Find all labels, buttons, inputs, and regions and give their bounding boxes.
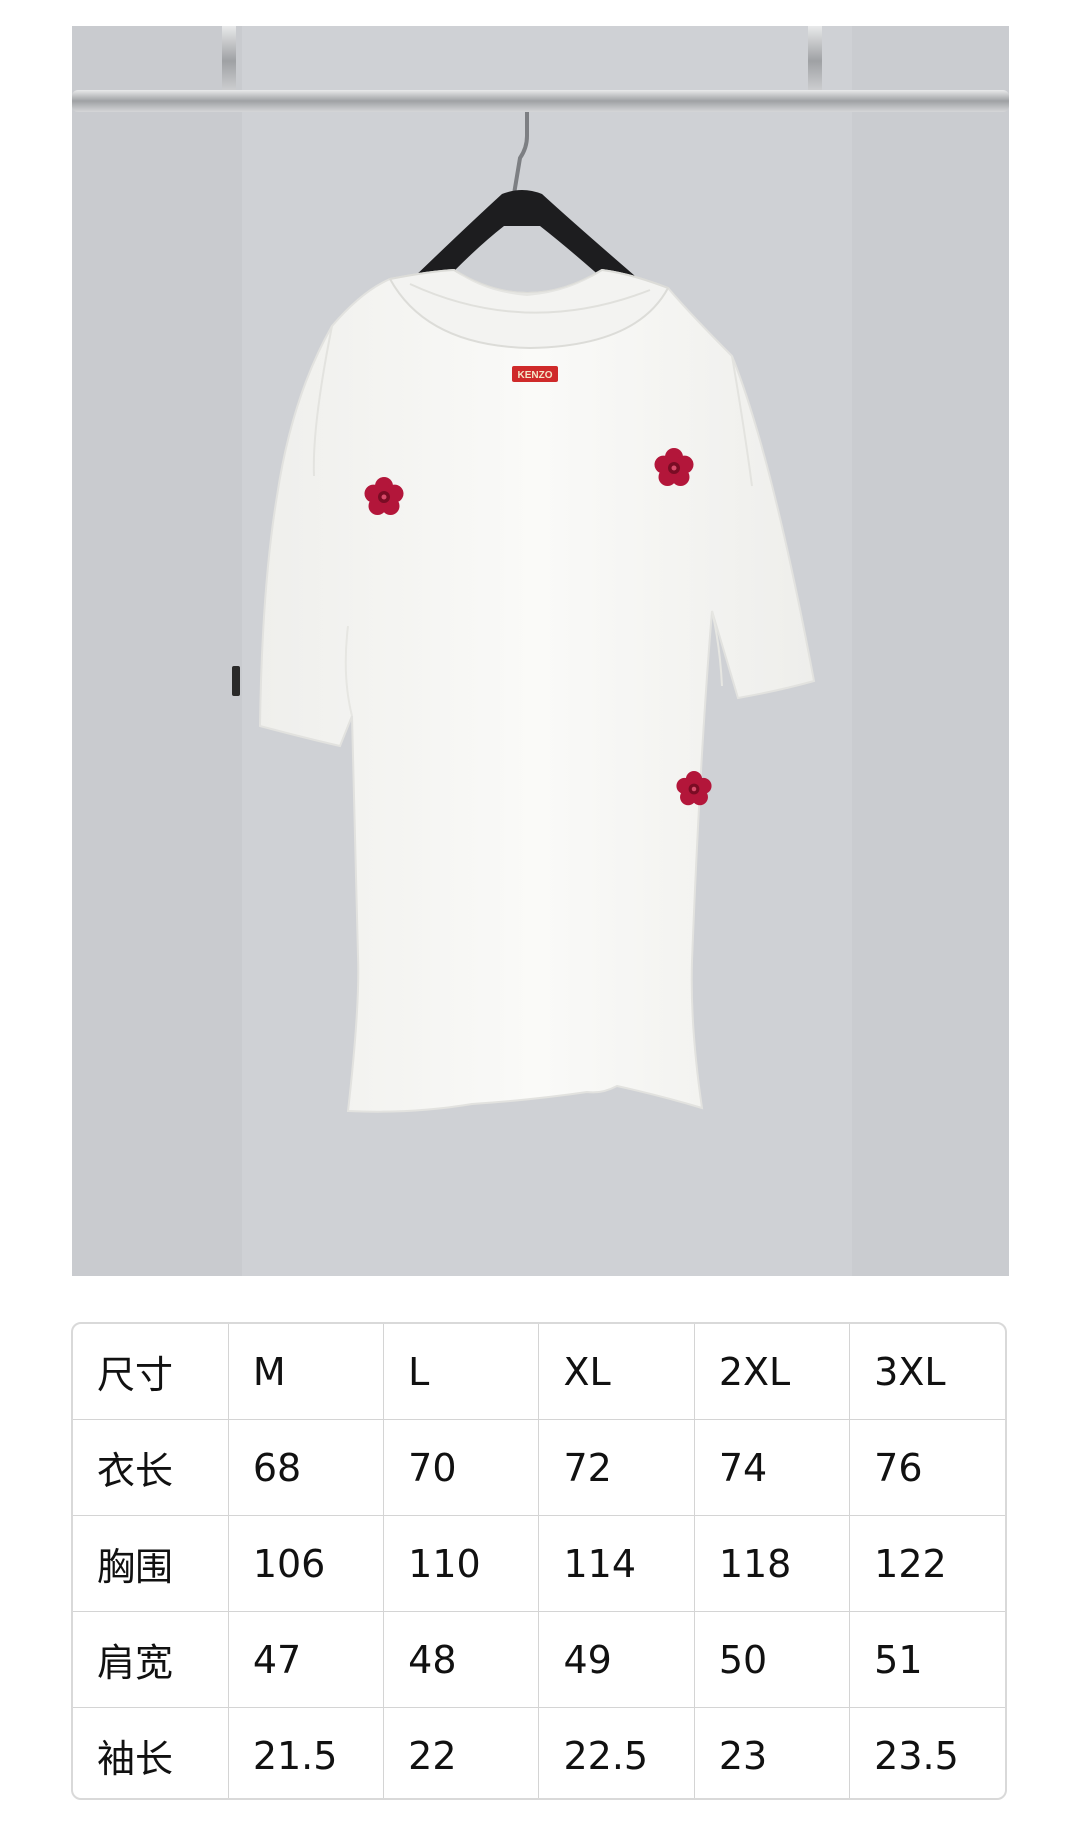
size-cell: 23 <box>693 1707 851 1798</box>
tshirt-illustration: KENZO <box>72 26 1009 1276</box>
size-cell: M <box>227 1324 385 1420</box>
size-cell: 22 <box>383 1707 540 1798</box>
size-row-label: 肩宽 <box>73 1611 229 1708</box>
size-cell: 50 <box>693 1611 851 1708</box>
size-row: 衣长 68 70 72 74 76 <box>73 1419 1005 1516</box>
size-row: 胸围 106 110 114 118 122 <box>73 1515 1005 1612</box>
size-row: 肩宽 47 48 49 50 51 <box>73 1611 1005 1708</box>
size-cell: 51 <box>849 1611 1005 1708</box>
sleeve-patch <box>232 666 240 696</box>
size-cell: 106 <box>227 1515 385 1612</box>
size-cell: 2XL <box>693 1324 851 1420</box>
size-row: 袖长 21.5 22 22.5 23 23.5 <box>73 1707 1005 1798</box>
size-cell: 68 <box>227 1419 385 1516</box>
size-cell: XL <box>538 1324 695 1420</box>
size-cell: 49 <box>538 1611 695 1708</box>
size-row-label: 胸围 <box>73 1515 229 1612</box>
size-cell: 3XL <box>849 1324 1005 1420</box>
size-row: 尺寸 M L XL 2XL 3XL <box>73 1324 1005 1420</box>
size-cell: 23.5 <box>849 1707 1005 1798</box>
size-cell: 72 <box>538 1419 695 1516</box>
size-cell: L <box>383 1324 540 1420</box>
size-cell: 110 <box>383 1515 540 1612</box>
size-cell: 21.5 <box>227 1707 385 1798</box>
size-chart: 尺寸 M L XL 2XL 3XL 衣长 68 70 72 74 76 胸围 106 110 114 118 12… <box>71 1322 1007 1800</box>
size-cell: 48 <box>383 1611 540 1708</box>
size-row-label: 袖长 <box>73 1707 229 1798</box>
size-cell: 76 <box>849 1419 1005 1516</box>
brand-label: KENZO <box>512 366 558 382</box>
size-row-label: 尺寸 <box>73 1324 229 1420</box>
size-cell: 114 <box>538 1515 695 1612</box>
size-cell: 22.5 <box>538 1707 695 1798</box>
size-cell: 70 <box>383 1419 540 1516</box>
size-cell: 47 <box>227 1611 385 1708</box>
product-photo: KENZO <box>72 26 1009 1276</box>
size-cell: 118 <box>693 1515 851 1612</box>
svg-text:KENZO: KENZO <box>518 370 553 381</box>
size-chart-table: 尺寸 M L XL 2XL 3XL 衣长 68 70 72 74 76 胸围 106 110 114 118 12… <box>73 1324 1005 1798</box>
size-cell: 74 <box>693 1419 851 1516</box>
size-row-label: 衣长 <box>73 1419 229 1516</box>
size-cell: 122 <box>849 1515 1005 1612</box>
